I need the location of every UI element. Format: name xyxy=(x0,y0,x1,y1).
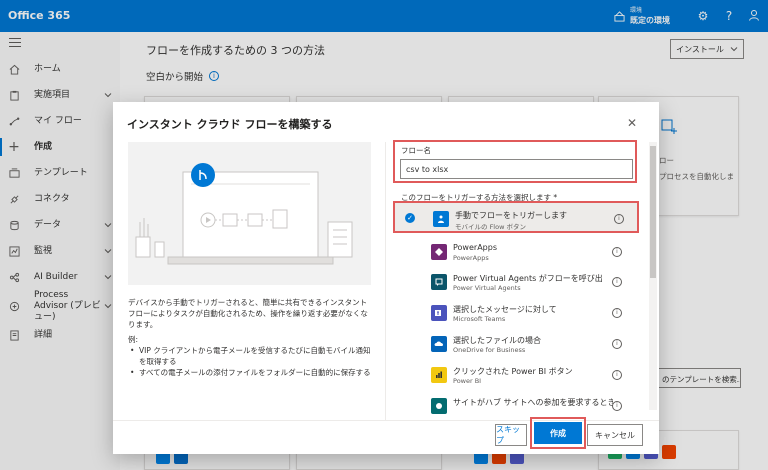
trigger-subtitle: モバイルの Flow ボタン xyxy=(455,223,526,231)
trigger-title: Power Virtual Agents がフローを呼び出... xyxy=(453,274,603,283)
example-item: VIP クライアントから電子メールを受信するたびに自動モバイル通知を取得する xyxy=(128,345,373,367)
info-icon[interactable]: i xyxy=(612,339,622,349)
teams-icon xyxy=(431,305,447,321)
sharepoint-icon xyxy=(431,398,447,414)
trigger-option-onedrive[interactable]: 選択したファイルの場合 OneDrive for Business i xyxy=(393,328,639,360)
checkmark-icon: ✓ xyxy=(405,213,415,223)
dialog-description: デバイスから手動でトリガーされると、簡単に共有できるインスタント フローによりタ… xyxy=(128,298,368,329)
flow-illustration xyxy=(128,142,371,285)
trigger-list-scrollbar[interactable] xyxy=(649,142,657,410)
trigger-title: 選択したファイルの場合 xyxy=(453,336,541,345)
trigger-option-teams[interactable]: 選択したメッセージに対して Microsoft Teams i xyxy=(393,297,639,329)
touch-icon xyxy=(433,211,449,227)
laptop-illustration xyxy=(135,163,353,265)
trigger-subtitle: Microsoft Teams xyxy=(453,315,506,323)
pva-icon xyxy=(431,274,447,290)
info-icon[interactable]: i xyxy=(612,277,622,287)
trigger-subtitle: OneDrive for Business xyxy=(453,346,526,354)
info-icon[interactable]: i xyxy=(612,401,622,411)
dialog-divider xyxy=(385,142,386,420)
trigger-list: ✓ 手動でフローをトリガーします モバイルの Flow ボタン i PowerA… xyxy=(393,201,649,416)
trigger-option-pva[interactable]: Power Virtual Agents がフローを呼び出... Power V… xyxy=(393,266,639,298)
powerbi-icon xyxy=(431,367,447,383)
trigger-subtitle: Power Virtual Agents xyxy=(453,284,521,292)
trigger-title: PowerApps xyxy=(453,243,497,252)
info-icon[interactable]: i xyxy=(612,370,622,380)
build-instant-flow-dialog: インスタント クラウド フローを構築する ✕ デバイスから手動でトリガーされると… xyxy=(113,102,659,454)
example-item: すべての電子メールの添付ファイルをフォルダーに自動的に保存する xyxy=(128,367,373,378)
info-icon[interactable]: i xyxy=(614,214,624,224)
trigger-title: サイトがハブ サイトへの参加を要求するとき xyxy=(453,398,613,407)
trigger-subtitle: PowerApps xyxy=(453,254,489,262)
info-icon[interactable]: i xyxy=(612,308,622,318)
example-list: VIP クライアントから電子メールを受信するたびに自動モバイル通知を取得する す… xyxy=(128,345,373,378)
trigger-subtitle: Power BI xyxy=(453,377,482,385)
flow-name-section: フロー名 xyxy=(393,140,637,183)
trigger-option-powerapps[interactable]: PowerApps PowerApps i xyxy=(393,236,639,268)
create-button[interactable]: 作成 xyxy=(534,422,582,444)
template-app-icon xyxy=(662,445,676,459)
flow-name-label: フロー名 xyxy=(401,146,431,155)
trigger-option-sharepoint[interactable]: サイトがハブ サイトへの参加を要求するとき i xyxy=(393,390,639,416)
trigger-title: 手動でフローをトリガーします xyxy=(455,211,567,220)
dialog-title: インスタント クラウド フローを構築する xyxy=(127,118,333,131)
cancel-button[interactable]: キャンセル xyxy=(587,424,643,446)
trigger-title: クリックされた Power BI ボタン xyxy=(453,367,573,376)
skip-button[interactable]: スキップ xyxy=(495,424,527,446)
info-icon[interactable]: i xyxy=(612,247,622,257)
onedrive-icon xyxy=(431,336,447,352)
example-label: 例: xyxy=(128,335,139,344)
flow-name-input[interactable] xyxy=(400,159,633,179)
scrollbar-thumb[interactable] xyxy=(650,146,656,278)
trigger-option-manual[interactable]: ✓ 手動でフローをトリガーします モバイルの Flow ボタン i xyxy=(393,201,639,233)
trigger-title: 選択したメッセージに対して xyxy=(453,305,557,314)
trigger-option-powerbi[interactable]: クリックされた Power BI ボタン Power BI i xyxy=(393,359,639,391)
close-icon[interactable]: ✕ xyxy=(627,116,637,130)
powerapps-icon xyxy=(431,244,447,260)
